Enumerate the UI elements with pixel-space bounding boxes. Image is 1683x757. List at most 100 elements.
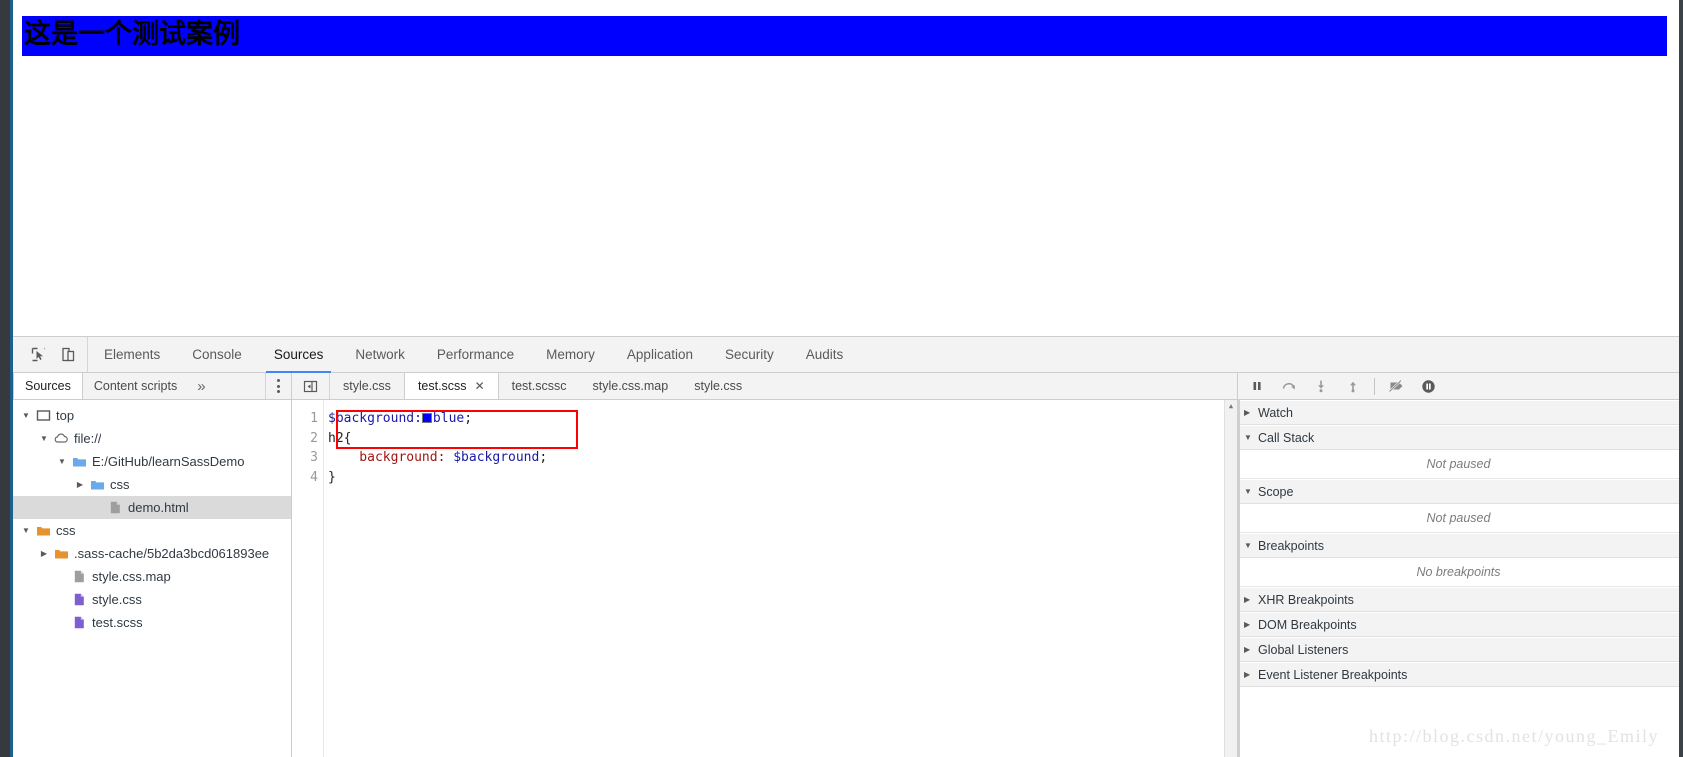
- navigator-tabbar-spacer: [215, 373, 265, 399]
- devtools-tab-label: Elements: [104, 347, 161, 362]
- color-swatch-icon[interactable]: [421, 413, 432, 423]
- twisty-placeholder: [55, 611, 69, 634]
- tree-item[interactable]: test.scss: [13, 611, 291, 634]
- page-heading: 这是一个测试案例: [22, 16, 1667, 56]
- file-gray-icon: [105, 500, 125, 515]
- show-navigator-icon[interactable]: [292, 373, 330, 399]
- editor-tab-close-icon[interactable]: ✕: [475, 379, 485, 393]
- debugger-section-call-stack[interactable]: ▼ Call Stack: [1238, 425, 1679, 450]
- editor-tab-label: style.css: [694, 379, 743, 393]
- window-right-chrome: [1679, 0, 1683, 757]
- debugger-section-dom-breakpoints[interactable]: ▶ DOM Breakpoints: [1238, 612, 1679, 637]
- pause-on-exceptions-button[interactable]: [1412, 374, 1444, 399]
- debugger-section-xhr-breakpoints[interactable]: ▶ XHR Breakpoints: [1238, 587, 1679, 612]
- step-out-button[interactable]: [1337, 374, 1369, 399]
- caret-right-icon[interactable]: ▶: [1244, 670, 1258, 679]
- navigator-overflow-icon[interactable]: »: [188, 373, 214, 399]
- code-content: $background: blue; h2{ background: $backgr…: [328, 409, 1217, 487]
- debugger-section-scope[interactable]: ▼ Scope: [1238, 479, 1679, 504]
- twisty-collapsed-icon[interactable]: ▶: [37, 542, 51, 565]
- twisty-expanded-icon[interactable]: ▼: [19, 519, 33, 542]
- twisty-collapsed-icon[interactable]: ▶: [73, 473, 87, 496]
- tree-item-label: style.css.map: [92, 569, 171, 584]
- editor-tab[interactable]: test.scss ✕: [403, 373, 499, 399]
- tree-item-label: top: [56, 408, 75, 423]
- devtools-tab-memory[interactable]: Memory: [530, 337, 611, 372]
- devtools-tab-audits[interactable]: Audits: [790, 337, 860, 372]
- inspect-element-icon[interactable]: [23, 341, 53, 369]
- tree-item[interactable]: style.css.map: [13, 565, 291, 588]
- step-into-button[interactable]: [1305, 374, 1337, 399]
- navigator-pane: Sources Content scripts » ▼ top ▼ file:// ▼ E…: [13, 373, 292, 757]
- caret-right-icon[interactable]: ▶: [1244, 645, 1258, 654]
- editor-tab[interactable]: test.scssc: [499, 373, 580, 399]
- debugger-section-empty-message: Not paused: [1238, 504, 1679, 533]
- devtools-tab-elements[interactable]: Elements: [88, 337, 176, 372]
- debugger-section-event-listener-breakpoints[interactable]: ▶ Event Listener Breakpoints: [1238, 662, 1679, 687]
- devtools-tab-sources[interactable]: Sources: [258, 337, 340, 373]
- navigator-tabbar: Sources Content scripts »: [13, 373, 291, 400]
- twisty-expanded-icon[interactable]: ▼: [19, 404, 33, 427]
- caret-right-icon[interactable]: ▶: [1244, 620, 1258, 629]
- twisty-expanded-icon[interactable]: ▼: [37, 427, 51, 450]
- debugger-toolbar: [1238, 373, 1679, 400]
- tree-item[interactable]: ▶ css: [13, 473, 291, 496]
- debugger-section-label: Event Listener Breakpoints: [1258, 667, 1408, 682]
- debugger-section-watch[interactable]: ▶ Watch: [1238, 400, 1679, 425]
- scroll-up-arrow-icon[interactable]: ▲: [1225, 400, 1237, 413]
- debugger-section-label: Breakpoints: [1258, 538, 1325, 553]
- twisty-expanded-icon[interactable]: ▼: [55, 450, 69, 473]
- toolbar-divider: [1374, 377, 1375, 395]
- caret-down-icon[interactable]: ▼: [1244, 433, 1258, 442]
- tree-item[interactable]: style.css: [13, 588, 291, 611]
- step-over-button[interactable]: [1273, 374, 1305, 399]
- twisty-placeholder: [55, 588, 69, 611]
- caret-down-icon[interactable]: ▼: [1244, 487, 1258, 496]
- line-number: 2: [310, 430, 318, 446]
- tree-item[interactable]: ▶ .sass-cache/5b2da3bcd061893ee: [13, 542, 291, 565]
- line-number-gutter: 1 2 3 4: [292, 400, 324, 757]
- code-editor[interactable]: 1 2 3 4 $background: blue; h2{ background: $b…: [292, 400, 1237, 757]
- devtools-tab-label: Sources: [273, 347, 324, 362]
- device-toolbar-icon[interactable]: [53, 341, 83, 369]
- tree-item[interactable]: ▼ css: [13, 519, 291, 542]
- line-number: 4: [310, 469, 318, 485]
- tree-item-label: test.scss: [92, 615, 143, 630]
- devtools-tab-performance[interactable]: Performance: [421, 337, 530, 372]
- tree-item[interactable]: ▼ top: [13, 404, 291, 427]
- devtools-tab-application[interactable]: Application: [611, 337, 709, 372]
- twisty-placeholder: [91, 496, 105, 519]
- debugger-left-edge: [1238, 400, 1240, 757]
- tree-item[interactable]: ▼ E:/GitHub/learnSassDemo: [13, 450, 291, 473]
- tree-item[interactable]: demo.html: [13, 496, 291, 519]
- code-token: h2{: [328, 430, 352, 446]
- devtools-tab-security[interactable]: Security: [709, 337, 790, 372]
- twisty-placeholder: [55, 565, 69, 588]
- editor-tab-label: style.css: [343, 379, 391, 393]
- line-number: 3: [310, 450, 318, 465]
- debugger-section-breakpoints[interactable]: ▼ Breakpoints: [1238, 533, 1679, 558]
- caret-down-icon[interactable]: ▼: [1244, 541, 1258, 550]
- code-token: }: [328, 469, 336, 485]
- tree-item[interactable]: ▼ file://: [13, 427, 291, 450]
- debugger-section-global-listeners[interactable]: ▶ Global Listeners: [1238, 637, 1679, 662]
- devtools-tab-console[interactable]: Console: [176, 337, 258, 372]
- editor-tab[interactable]: style.css.map: [580, 373, 682, 399]
- file-tree: ▼ top ▼ file:// ▼ E:/GitHub/learnSassDemo ▶ css…: [13, 400, 291, 757]
- deactivate-breakpoints-button[interactable]: [1380, 374, 1412, 399]
- editor-tab[interactable]: style.css: [330, 373, 404, 399]
- debugger-section-empty-message: No breakpoints: [1238, 558, 1679, 587]
- pause-resume-button[interactable]: [1241, 374, 1273, 399]
- file-purple-icon: [69, 615, 89, 630]
- tree-item-label: css: [56, 523, 76, 538]
- navigator-tab-sources[interactable]: Sources: [13, 373, 83, 399]
- caret-right-icon[interactable]: ▶: [1244, 408, 1258, 417]
- editor-tab[interactable]: style.css: [681, 373, 755, 399]
- navigator-tab-content-scripts[interactable]: Content scripts: [83, 373, 188, 399]
- caret-right-icon[interactable]: ▶: [1244, 595, 1258, 604]
- more-vertical-icon[interactable]: [265, 373, 291, 399]
- code-line: $background: blue;: [328, 409, 1217, 429]
- debugger-section-label: Watch: [1258, 405, 1293, 420]
- devtools-tab-network[interactable]: Network: [339, 337, 421, 372]
- editor-scrollbar[interactable]: ▲: [1224, 400, 1237, 757]
